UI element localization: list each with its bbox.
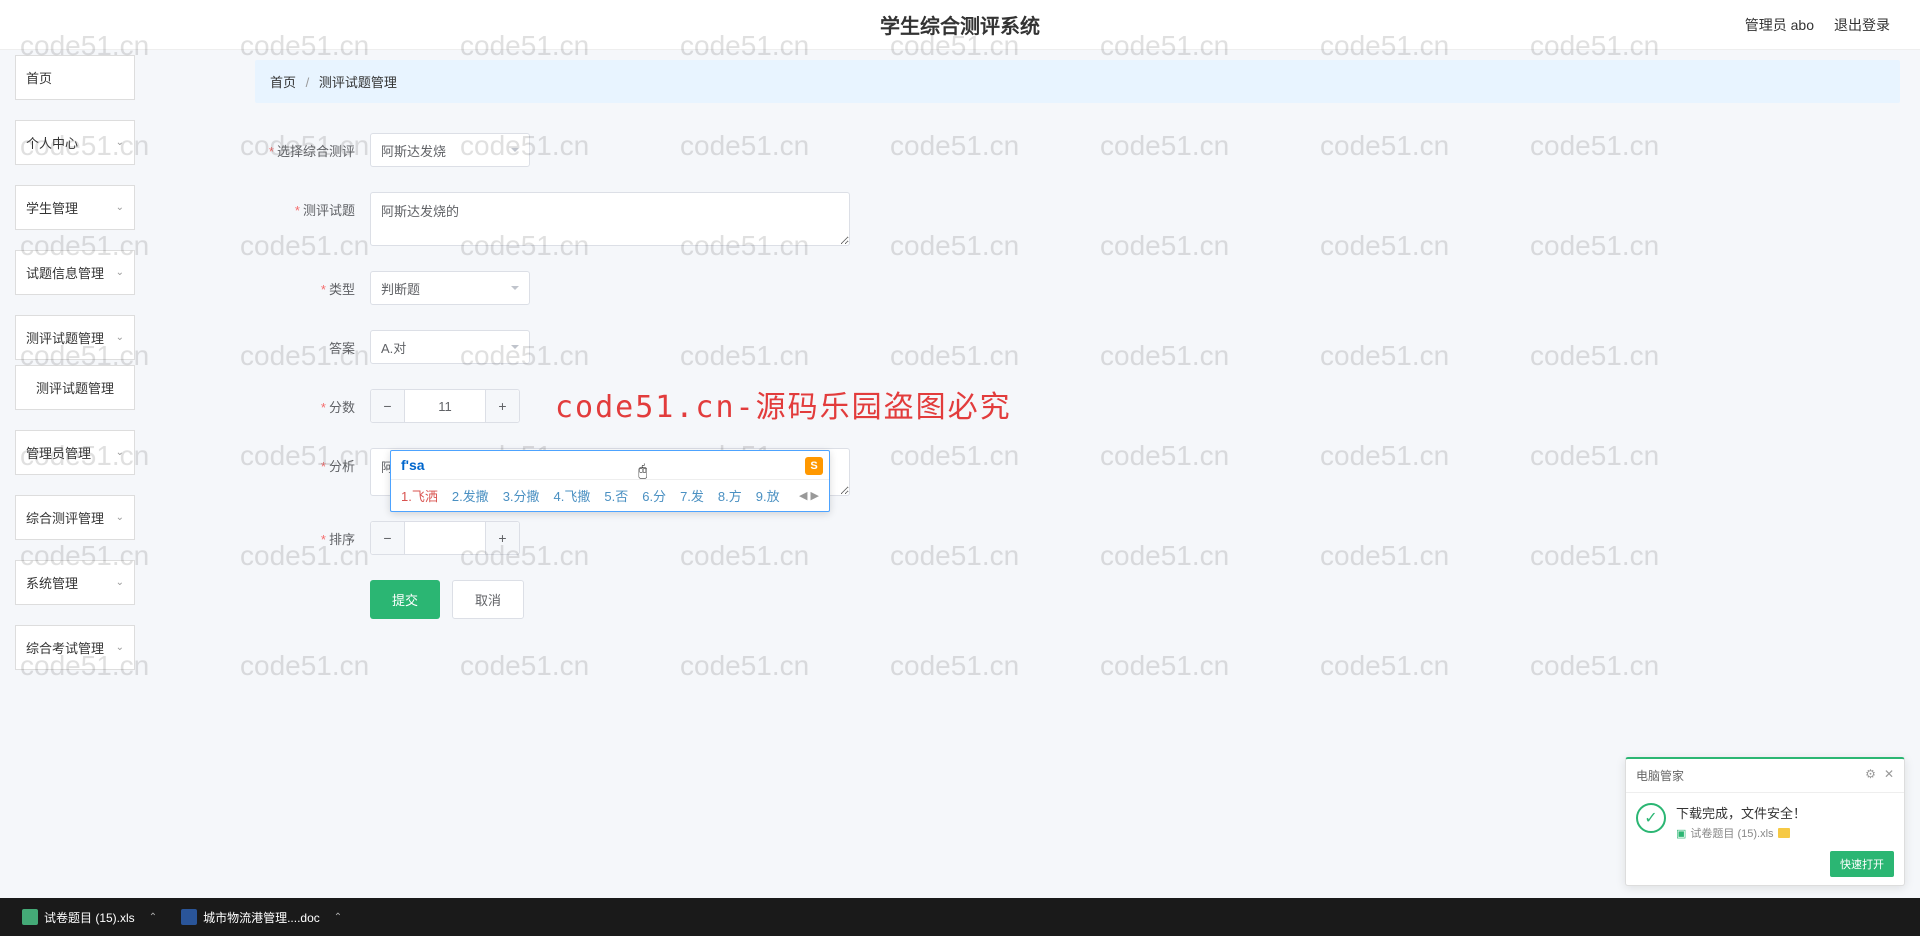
chevron-down-icon: ⌄ xyxy=(116,137,124,148)
watermark: code51.cn xyxy=(240,650,369,682)
watermark: code51.cn xyxy=(680,650,809,682)
question-textarea[interactable] xyxy=(370,192,850,246)
sidebar-item-home[interactable]: 首页 xyxy=(15,55,135,100)
answer-dropdown[interactable]: A.对 xyxy=(370,330,530,364)
sidebar: 首页 个人中心⌄ 学生管理⌄ 试题信息管理⌄ 测评试题管理⌄ 测评试题管理 管理… xyxy=(15,55,135,690)
toast-file: ▣ 试卷题目 (15).xls xyxy=(1676,825,1806,841)
score-stepper: − + xyxy=(370,389,520,423)
shield-check-icon: ✓ xyxy=(1636,803,1666,833)
toast-title: 电脑管家 xyxy=(1636,767,1684,784)
sort-plus-button[interactable]: + xyxy=(485,522,519,554)
watermark: code51.cn xyxy=(1320,650,1449,682)
user-label[interactable]: 管理员 abo xyxy=(1745,15,1814,35)
sidebar-sub-eval-question[interactable]: 测评试题管理 xyxy=(15,365,135,410)
taskbar-item-doc[interactable]: 城市物流港管理....doc ⌃ xyxy=(169,898,354,936)
breadcrumb: 首页 / 测评试题管理 xyxy=(255,60,1900,103)
sort-minus-button[interactable]: − xyxy=(371,522,405,554)
chevron-down-icon: ⌄ xyxy=(116,267,124,278)
excel-icon xyxy=(22,909,38,925)
chevron-down-icon: ⌄ xyxy=(116,202,124,213)
word-icon xyxy=(181,909,197,925)
cancel-button[interactable]: 取消 xyxy=(452,580,524,619)
app-title: 学生综合测评系统 xyxy=(880,10,1040,39)
breadcrumb-current: 测评试题管理 xyxy=(319,75,397,90)
breadcrumb-home[interactable]: 首页 xyxy=(270,75,296,90)
sidebar-item-system[interactable]: 系统管理⌄ xyxy=(15,560,135,605)
ime-popup: S f'sa 1.飞洒 2.发撒 3.分撒 4.飞撒 5.否 6.分 7.发 8… xyxy=(390,450,830,512)
score-minus-button[interactable]: − xyxy=(371,390,405,422)
sidebar-item-admin[interactable]: 管理员管理⌄ xyxy=(15,430,135,475)
gear-icon[interactable]: ⚙ xyxy=(1865,767,1876,784)
header-right: 管理员 abo 退出登录 xyxy=(1745,15,1890,35)
toast-open-button[interactable]: 快速打开 xyxy=(1830,851,1894,877)
select-eval-dropdown[interactable]: 阿斯达发烧 xyxy=(370,133,530,167)
main-panel: 首页 / 测评试题管理 *选择综合测评 阿斯达发烧 *测评试题 *类型 判断题 … xyxy=(255,60,1900,619)
ime-candidates[interactable]: 1.飞洒 2.发撒 3.分撒 4.飞撒 5.否 6.分 7.发 8.方 9.放 … xyxy=(391,480,829,511)
taskbar: 试卷题目 (15).xls ⌃ 城市物流港管理....doc ⌃ xyxy=(0,898,1920,936)
sidebar-item-question-info[interactable]: 试题信息管理⌄ xyxy=(15,250,135,295)
sidebar-item-exam[interactable]: 综合考试管理⌄ xyxy=(15,625,135,670)
submit-button[interactable]: 提交 xyxy=(370,580,440,619)
ime-page-icon[interactable]: ◀ ▶ xyxy=(799,489,819,502)
sidebar-item-eval[interactable]: 综合测评管理⌄ xyxy=(15,495,135,540)
chevron-down-icon: ⌄ xyxy=(116,447,124,458)
app-header: 学生综合测评系统 管理员 abo 退出登录 xyxy=(0,0,1920,50)
download-toast: 电脑管家 ⚙ ✕ ✓ 下载完成，文件安全！ ▣ 试卷题目 (15).xls 快速… xyxy=(1625,757,1905,886)
form: *选择综合测评 阿斯达发烧 *测评试题 *类型 判断题 答案 A.对 *分数 −… xyxy=(255,133,1900,619)
sidebar-item-eval-question[interactable]: 测评试题管理⌄ xyxy=(15,315,135,360)
chevron-up-icon: ⌃ xyxy=(149,912,157,923)
ime-logo-icon: S xyxy=(805,457,823,475)
chevron-down-icon: ⌄ xyxy=(116,332,124,343)
chevron-down-icon: ⌄ xyxy=(116,642,124,653)
folder-icon[interactable] xyxy=(1778,828,1790,838)
sidebar-item-student[interactable]: 学生管理⌄ xyxy=(15,185,135,230)
watermark: code51.cn xyxy=(1530,650,1659,682)
sort-stepper: − + xyxy=(370,521,520,555)
sidebar-item-profile[interactable]: 个人中心⌄ xyxy=(15,120,135,165)
type-dropdown[interactable]: 判断题 xyxy=(370,271,530,305)
toast-message: 下载完成，文件安全！ xyxy=(1676,803,1806,822)
chevron-down-icon: ⌄ xyxy=(116,577,124,588)
chevron-up-icon: ⌃ xyxy=(334,912,342,923)
score-plus-button[interactable]: + xyxy=(485,390,519,422)
score-input[interactable] xyxy=(405,390,485,422)
ime-composition: f'sa xyxy=(391,451,829,480)
watermark: code51.cn xyxy=(890,650,1019,682)
watermark: code51.cn xyxy=(460,650,589,682)
chevron-down-icon: ⌄ xyxy=(116,512,124,523)
taskbar-item-xls[interactable]: 试卷题目 (15).xls ⌃ xyxy=(10,898,169,936)
close-icon[interactable]: ✕ xyxy=(1884,767,1894,784)
watermark: code51.cn xyxy=(1100,650,1229,682)
logout-link[interactable]: 退出登录 xyxy=(1834,15,1890,35)
sort-input[interactable] xyxy=(405,522,485,554)
